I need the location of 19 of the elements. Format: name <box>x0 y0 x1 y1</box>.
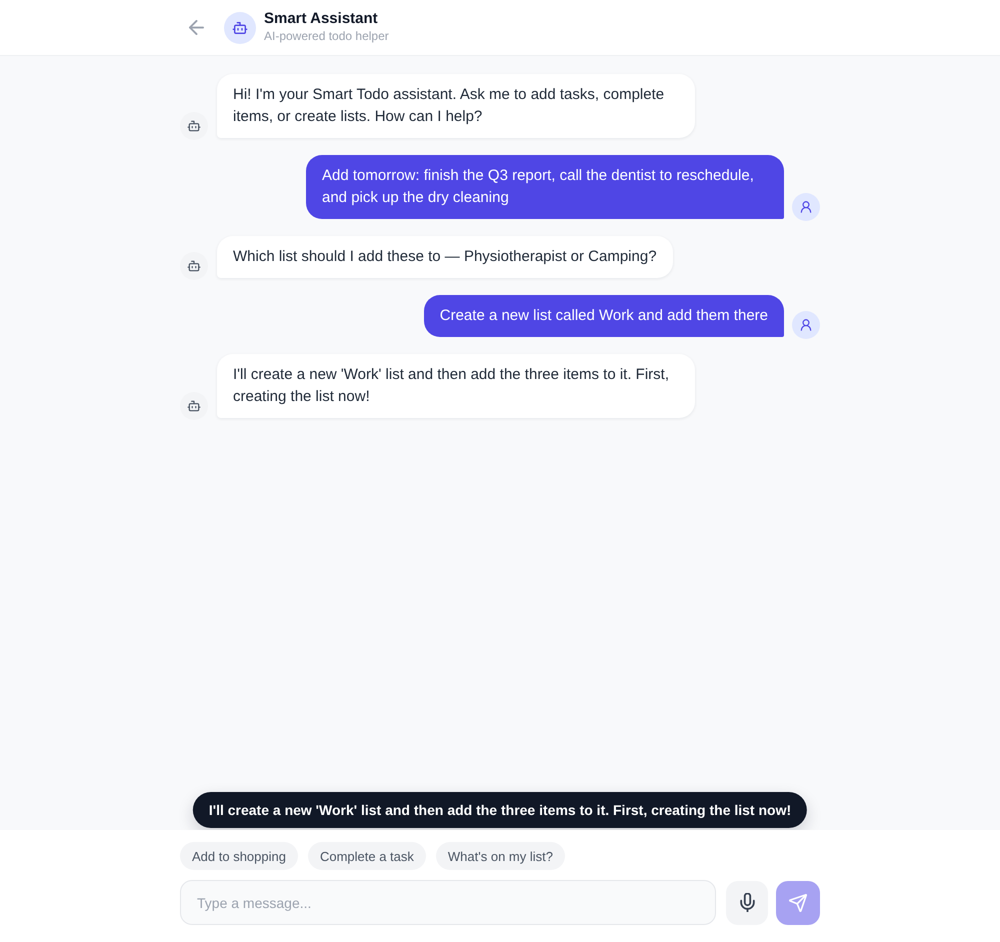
person-icon <box>792 193 820 221</box>
suggestion-chip[interactable]: Complete a task <box>308 842 426 870</box>
user-message: Create a new list called Work and add them there <box>424 295 784 337</box>
assistant-message: Hi! I'm your Smart Todo assistant. Ask me to add tasks, complete items, or create lists. How can I help? <box>217 74 695 138</box>
assistant-message: I'll create a new 'Work' list and then add the three items to it. First, creating the list now! <box>217 354 695 418</box>
assistant-subtitle: AI-powered todo helper <box>264 28 389 44</box>
assistant-name: Smart Assistant <box>264 10 379 28</box>
assistant-message: Which list should I add these to — Physiotherapist or Camping? <box>217 236 673 278</box>
message-input[interactable]: Type a message... <box>180 880 716 925</box>
robot-icon <box>224 12 256 44</box>
microphone-icon <box>740 893 754 912</box>
user-message: Add tomorrow: finish the Q3 report, call the dentist to reschedule, and pick up the dry cleaning <box>306 155 784 219</box>
send-icon <box>789 894 807 912</box>
suggestion-chip[interactable]: Add to shopping <box>180 842 298 870</box>
person-icon <box>792 311 820 339</box>
arrow-left-icon <box>188 20 204 35</box>
suggestion-chip[interactable]: What's on my list? <box>436 842 565 870</box>
toast-message: I'll create a new 'Work' list and then add the three items to it. First, creating the list now! <box>192 792 808 828</box>
microphone-button[interactable] <box>726 880 768 924</box>
